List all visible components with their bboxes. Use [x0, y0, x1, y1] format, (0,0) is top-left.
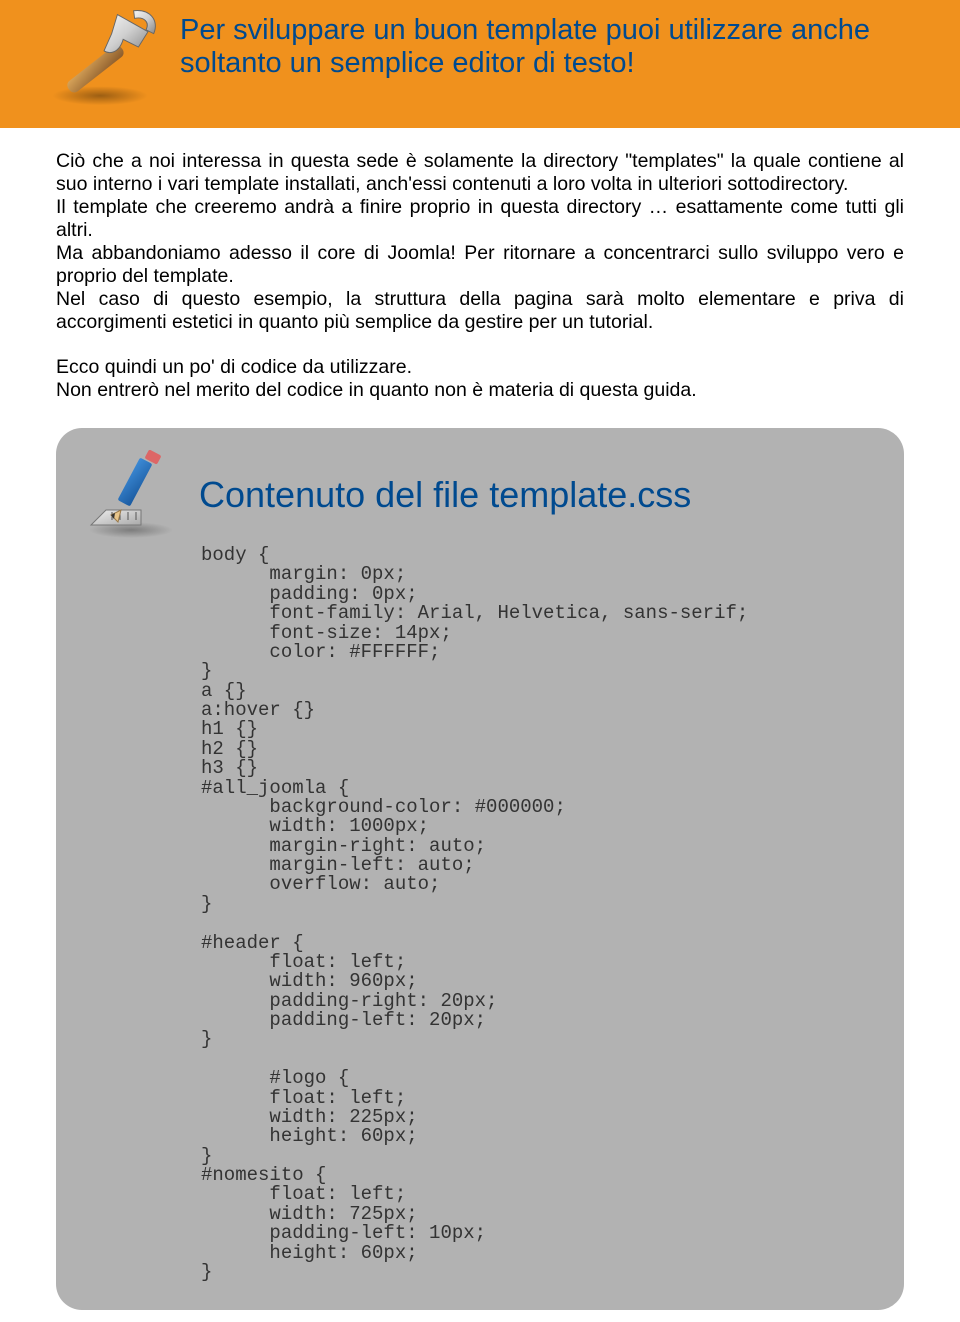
- banner-text: Per sviluppare un buon template puoi uti…: [170, 10, 890, 81]
- banner-inner: Per sviluppare un buon template puoi uti…: [0, 10, 960, 110]
- paragraph-4: Nel caso di questo esempio, la struttura…: [56, 288, 904, 334]
- body-text: Ciò che a noi interessa in questa sede è…: [0, 128, 960, 422]
- code-title: Contenuto del file template.css: [199, 474, 691, 516]
- pencil-ruler-icon: [86, 450, 181, 540]
- code-panel: Contenuto del file template.css body { m…: [56, 428, 904, 1310]
- paragraph-1: Ciò che a noi interessa in questa sede è…: [56, 150, 904, 196]
- code-block: body { margin: 0px; padding: 0px; font-f…: [201, 546, 874, 1282]
- paragraph-5: Ecco quindi un po' di codice da utilizza…: [56, 356, 904, 379]
- hammer-icon: [40, 5, 170, 110]
- paragraph-3: Ma abbandoniamo adesso il core di Joomla…: [56, 242, 904, 288]
- paragraph-6: Non entrerò nel merito del codice in qua…: [56, 379, 904, 402]
- paragraph-2: Il template che creeremo andrà a finire …: [56, 196, 904, 242]
- code-panel-head: Contenuto del file template.css: [86, 450, 874, 540]
- banner: Per sviluppare un buon template puoi uti…: [0, 0, 960, 128]
